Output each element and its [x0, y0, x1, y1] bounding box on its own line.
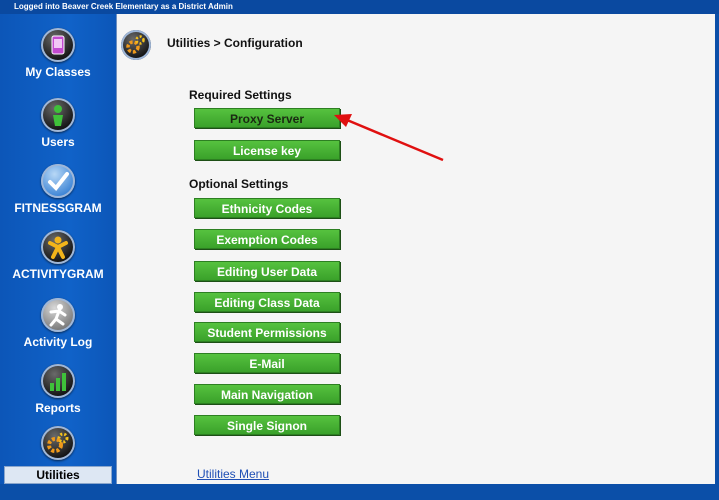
sidebar-item-label: ACTIVITYGRAM [12, 267, 104, 281]
sidebar-item-fitnessgram[interactable]: FITNESSGRAM [0, 164, 116, 215]
student-permissions-button[interactable]: Student Permissions [194, 322, 340, 342]
user-icon [41, 98, 75, 132]
optional-settings-heading: Optional Settings [189, 177, 289, 191]
editing-class-data-button[interactable]: Editing Class Data [194, 292, 340, 312]
login-status-text: Logged into Beaver Creek Elementary as a… [14, 2, 233, 11]
sidebar-item-label: FITNESSGRAM [14, 201, 102, 215]
runner-icon [41, 298, 75, 332]
sidebar-item-label: Reports [35, 401, 81, 415]
exemption-codes-button[interactable]: Exemption Codes [194, 229, 340, 249]
sidebar-item-label: My Classes [25, 65, 91, 79]
editing-user-data-button[interactable]: Editing User Data [194, 261, 340, 281]
gears-icon [121, 30, 151, 60]
sidebar-item-label: Users [41, 135, 75, 149]
sidebar-item-users[interactable]: Users [0, 98, 116, 149]
sidebar-item-my-classes[interactable]: My Classes [0, 28, 116, 79]
sidebar-item-activity-log[interactable]: Activity Log [0, 298, 116, 349]
ethnicity-codes-button[interactable]: Ethnicity Codes [194, 198, 340, 218]
bottom-bar [0, 484, 719, 500]
sidebar-item-label: Utilities [4, 466, 112, 484]
main-navigation-button[interactable]: Main Navigation [194, 384, 340, 404]
main-content: Utilities > Configuration Required Setti… [116, 14, 715, 484]
license-key-button[interactable]: License key [194, 140, 340, 160]
sidebar-item-label: Activity Log [23, 335, 93, 349]
required-settings-heading: Required Settings [189, 88, 292, 102]
utilities-menu-link[interactable]: Utilities Menu [197, 467, 269, 481]
login-status-bar: Logged into Beaver Creek Elementary as a… [0, 0, 719, 14]
sidebar-item-activitygram[interactable]: ACTIVITYGRAM [0, 230, 116, 281]
breadcrumb: Utilities > Configuration [167, 36, 303, 50]
email-button[interactable]: E-Mail [194, 353, 340, 373]
sidebar-item-reports[interactable]: Reports [0, 364, 116, 415]
figure-icon [41, 230, 75, 264]
mobile-icon [41, 28, 75, 62]
gears-icon [41, 426, 75, 460]
proxy-server-button[interactable]: Proxy Server [194, 108, 340, 128]
sidebar-nav: My Classes Users FITNESSGRAM ACTIVITYGRA… [0, 14, 116, 484]
single-signon-button[interactable]: Single Signon [194, 415, 340, 435]
sidebar-item-utilities[interactable]: Utilities [0, 426, 116, 484]
bar-chart-icon [41, 364, 75, 398]
checkmark-icon [41, 164, 75, 198]
